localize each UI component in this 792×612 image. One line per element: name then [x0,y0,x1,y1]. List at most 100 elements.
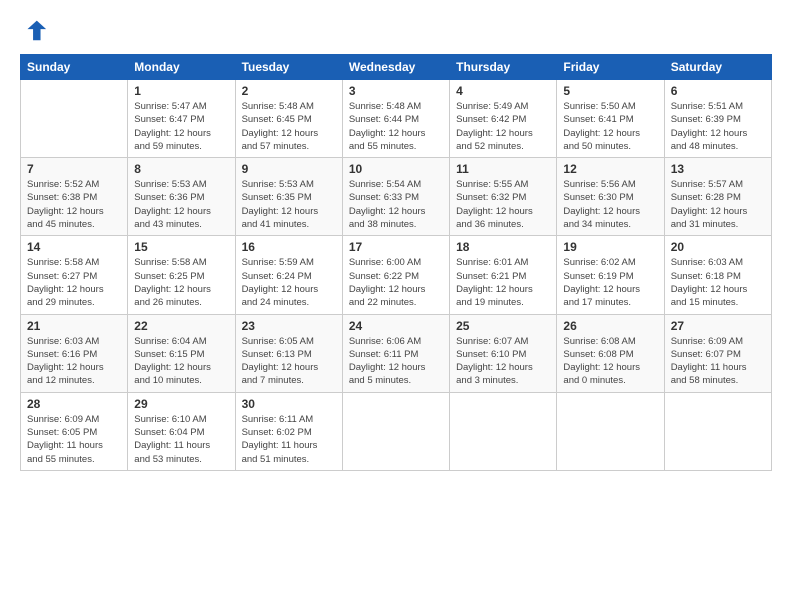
day-info: Sunrise: 6:03 AM Sunset: 6:18 PM Dayligh… [671,256,765,309]
calendar-cell: 2 Sunrise: 5:48 AM Sunset: 6:45 PM Daylig… [235,80,342,158]
day-header-thursday: Thursday [450,55,557,80]
calendar-cell: 30 Sunrise: 6:11 AM Sunset: 6:02 PM Dayli… [235,392,342,470]
day-info: Sunrise: 6:11 AM Sunset: 6:02 PM Dayligh… [242,413,336,466]
calendar-week-2: 7 Sunrise: 5:52 AM Sunset: 6:38 PM Daylig… [21,158,772,236]
header [20,16,772,44]
day-info: Sunrise: 5:48 AM Sunset: 6:45 PM Dayligh… [242,100,336,153]
day-info: Sunrise: 5:52 AM Sunset: 6:38 PM Dayligh… [27,178,121,231]
calendar-cell: 27 Sunrise: 6:09 AM Sunset: 6:07 PM Dayli… [664,314,771,392]
calendar-cell: 16 Sunrise: 5:59 AM Sunset: 6:24 PM Dayli… [235,236,342,314]
day-number: 13 [671,162,765,176]
day-number: 20 [671,240,765,254]
calendar-cell: 11 Sunrise: 5:55 AM Sunset: 6:32 PM Dayli… [450,158,557,236]
calendar-cell: 20 Sunrise: 6:03 AM Sunset: 6:18 PM Dayli… [664,236,771,314]
day-number: 4 [456,84,550,98]
day-number: 26 [563,319,657,333]
day-number: 9 [242,162,336,176]
day-number: 5 [563,84,657,98]
calendar-cell: 14 Sunrise: 5:58 AM Sunset: 6:27 PM Dayli… [21,236,128,314]
calendar-week-5: 28 Sunrise: 6:09 AM Sunset: 6:05 PM Dayli… [21,392,772,470]
calendar-cell [342,392,449,470]
day-info: Sunrise: 6:10 AM Sunset: 6:04 PM Dayligh… [134,413,228,466]
calendar-cell: 8 Sunrise: 5:53 AM Sunset: 6:36 PM Daylig… [128,158,235,236]
calendar-week-4: 21Sunrise: 6:03 AM Sunset: 6:16 PM Dayli… [21,314,772,392]
day-header-friday: Friday [557,55,664,80]
day-number: 30 [242,397,336,411]
day-number: 2 [242,84,336,98]
calendar-cell: 25Sunrise: 6:07 AM Sunset: 6:10 PM Dayli… [450,314,557,392]
day-header-wednesday: Wednesday [342,55,449,80]
day-info: Sunrise: 5:49 AM Sunset: 6:42 PM Dayligh… [456,100,550,153]
day-info: Sunrise: 5:48 AM Sunset: 6:44 PM Dayligh… [349,100,443,153]
calendar-cell: 28 Sunrise: 6:09 AM Sunset: 6:05 PM Dayli… [21,392,128,470]
day-info: Sunrise: 5:58 AM Sunset: 6:27 PM Dayligh… [27,256,121,309]
day-info: Sunrise: 5:55 AM Sunset: 6:32 PM Dayligh… [456,178,550,231]
day-header-monday: Monday [128,55,235,80]
calendar-cell [664,392,771,470]
calendar-cell: 19 Sunrise: 6:02 AM Sunset: 6:19 PM Dayli… [557,236,664,314]
day-number: 16 [242,240,336,254]
day-header-sunday: Sunday [21,55,128,80]
day-info: Sunrise: 5:53 AM Sunset: 6:35 PM Dayligh… [242,178,336,231]
calendar-cell: 26 Sunrise: 6:08 AM Sunset: 6:08 PM Dayli… [557,314,664,392]
day-info: Sunrise: 6:05 AM Sunset: 6:13 PM Dayligh… [242,335,336,388]
calendar-cell: 29 Sunrise: 6:10 AM Sunset: 6:04 PM Dayli… [128,392,235,470]
day-number: 15 [134,240,228,254]
calendar-week-1: 1Sunrise: 5:47 AM Sunset: 6:47 PM Daylig… [21,80,772,158]
calendar-cell: 3 Sunrise: 5:48 AM Sunset: 6:44 PM Daylig… [342,80,449,158]
calendar-cell: 24 Sunrise: 6:06 AM Sunset: 6:11 PM Dayli… [342,314,449,392]
day-header-saturday: Saturday [664,55,771,80]
calendar-cell: 4 Sunrise: 5:49 AM Sunset: 6:42 PM Daylig… [450,80,557,158]
day-number: 28 [27,397,121,411]
calendar-cell: 10 Sunrise: 5:54 AM Sunset: 6:33 PM Dayli… [342,158,449,236]
day-number: 18 [456,240,550,254]
day-number: 10 [349,162,443,176]
day-number: 24 [349,319,443,333]
day-number: 25 [456,319,550,333]
day-header-tuesday: Tuesday [235,55,342,80]
day-number: 1 [134,84,228,98]
day-number: 14 [27,240,121,254]
calendar-cell: 18Sunrise: 6:01 AM Sunset: 6:21 PM Dayli… [450,236,557,314]
day-info: Sunrise: 6:09 AM Sunset: 6:07 PM Dayligh… [671,335,765,388]
day-number: 19 [563,240,657,254]
calendar-cell [557,392,664,470]
day-number: 8 [134,162,228,176]
day-info: Sunrise: 6:06 AM Sunset: 6:11 PM Dayligh… [349,335,443,388]
day-info: Sunrise: 6:09 AM Sunset: 6:05 PM Dayligh… [27,413,121,466]
day-info: Sunrise: 6:00 AM Sunset: 6:22 PM Dayligh… [349,256,443,309]
calendar-cell [450,392,557,470]
day-number: 12 [563,162,657,176]
calendar-cell: 5Sunrise: 5:50 AM Sunset: 6:41 PM Daylig… [557,80,664,158]
calendar-cell: 15 Sunrise: 5:58 AM Sunset: 6:25 PM Dayli… [128,236,235,314]
day-info: Sunrise: 5:53 AM Sunset: 6:36 PM Dayligh… [134,178,228,231]
logo-icon [20,16,48,44]
day-info: Sunrise: 5:56 AM Sunset: 6:30 PM Dayligh… [563,178,657,231]
day-number: 17 [349,240,443,254]
calendar-cell: 12 Sunrise: 5:56 AM Sunset: 6:30 PM Dayli… [557,158,664,236]
day-number: 27 [671,319,765,333]
day-number: 29 [134,397,228,411]
day-number: 23 [242,319,336,333]
calendar-cell: 13Sunrise: 5:57 AM Sunset: 6:28 PM Dayli… [664,158,771,236]
day-number: 7 [27,162,121,176]
calendar-cell: 9 Sunrise: 5:53 AM Sunset: 6:35 PM Daylig… [235,158,342,236]
header-row: SundayMondayTuesdayWednesdayThursdayFrid… [21,55,772,80]
calendar-cell: 1Sunrise: 5:47 AM Sunset: 6:47 PM Daylig… [128,80,235,158]
day-number: 22 [134,319,228,333]
day-info: Sunrise: 6:02 AM Sunset: 6:19 PM Dayligh… [563,256,657,309]
day-info: Sunrise: 5:58 AM Sunset: 6:25 PM Dayligh… [134,256,228,309]
calendar-cell: 17 Sunrise: 6:00 AM Sunset: 6:22 PM Dayli… [342,236,449,314]
calendar-week-3: 14 Sunrise: 5:58 AM Sunset: 6:27 PM Dayli… [21,236,772,314]
calendar-cell: 23 Sunrise: 6:05 AM Sunset: 6:13 PM Dayli… [235,314,342,392]
day-info: Sunrise: 5:54 AM Sunset: 6:33 PM Dayligh… [349,178,443,231]
day-info: Sunrise: 5:59 AM Sunset: 6:24 PM Dayligh… [242,256,336,309]
day-info: Sunrise: 5:51 AM Sunset: 6:39 PM Dayligh… [671,100,765,153]
day-number: 3 [349,84,443,98]
calendar-cell: 21Sunrise: 6:03 AM Sunset: 6:16 PM Dayli… [21,314,128,392]
day-info: Sunrise: 6:08 AM Sunset: 6:08 PM Dayligh… [563,335,657,388]
day-number: 11 [456,162,550,176]
day-info: Sunrise: 6:04 AM Sunset: 6:15 PM Dayligh… [134,335,228,388]
calendar-table: SundayMondayTuesdayWednesdayThursdayFrid… [20,54,772,471]
calendar-cell [21,80,128,158]
